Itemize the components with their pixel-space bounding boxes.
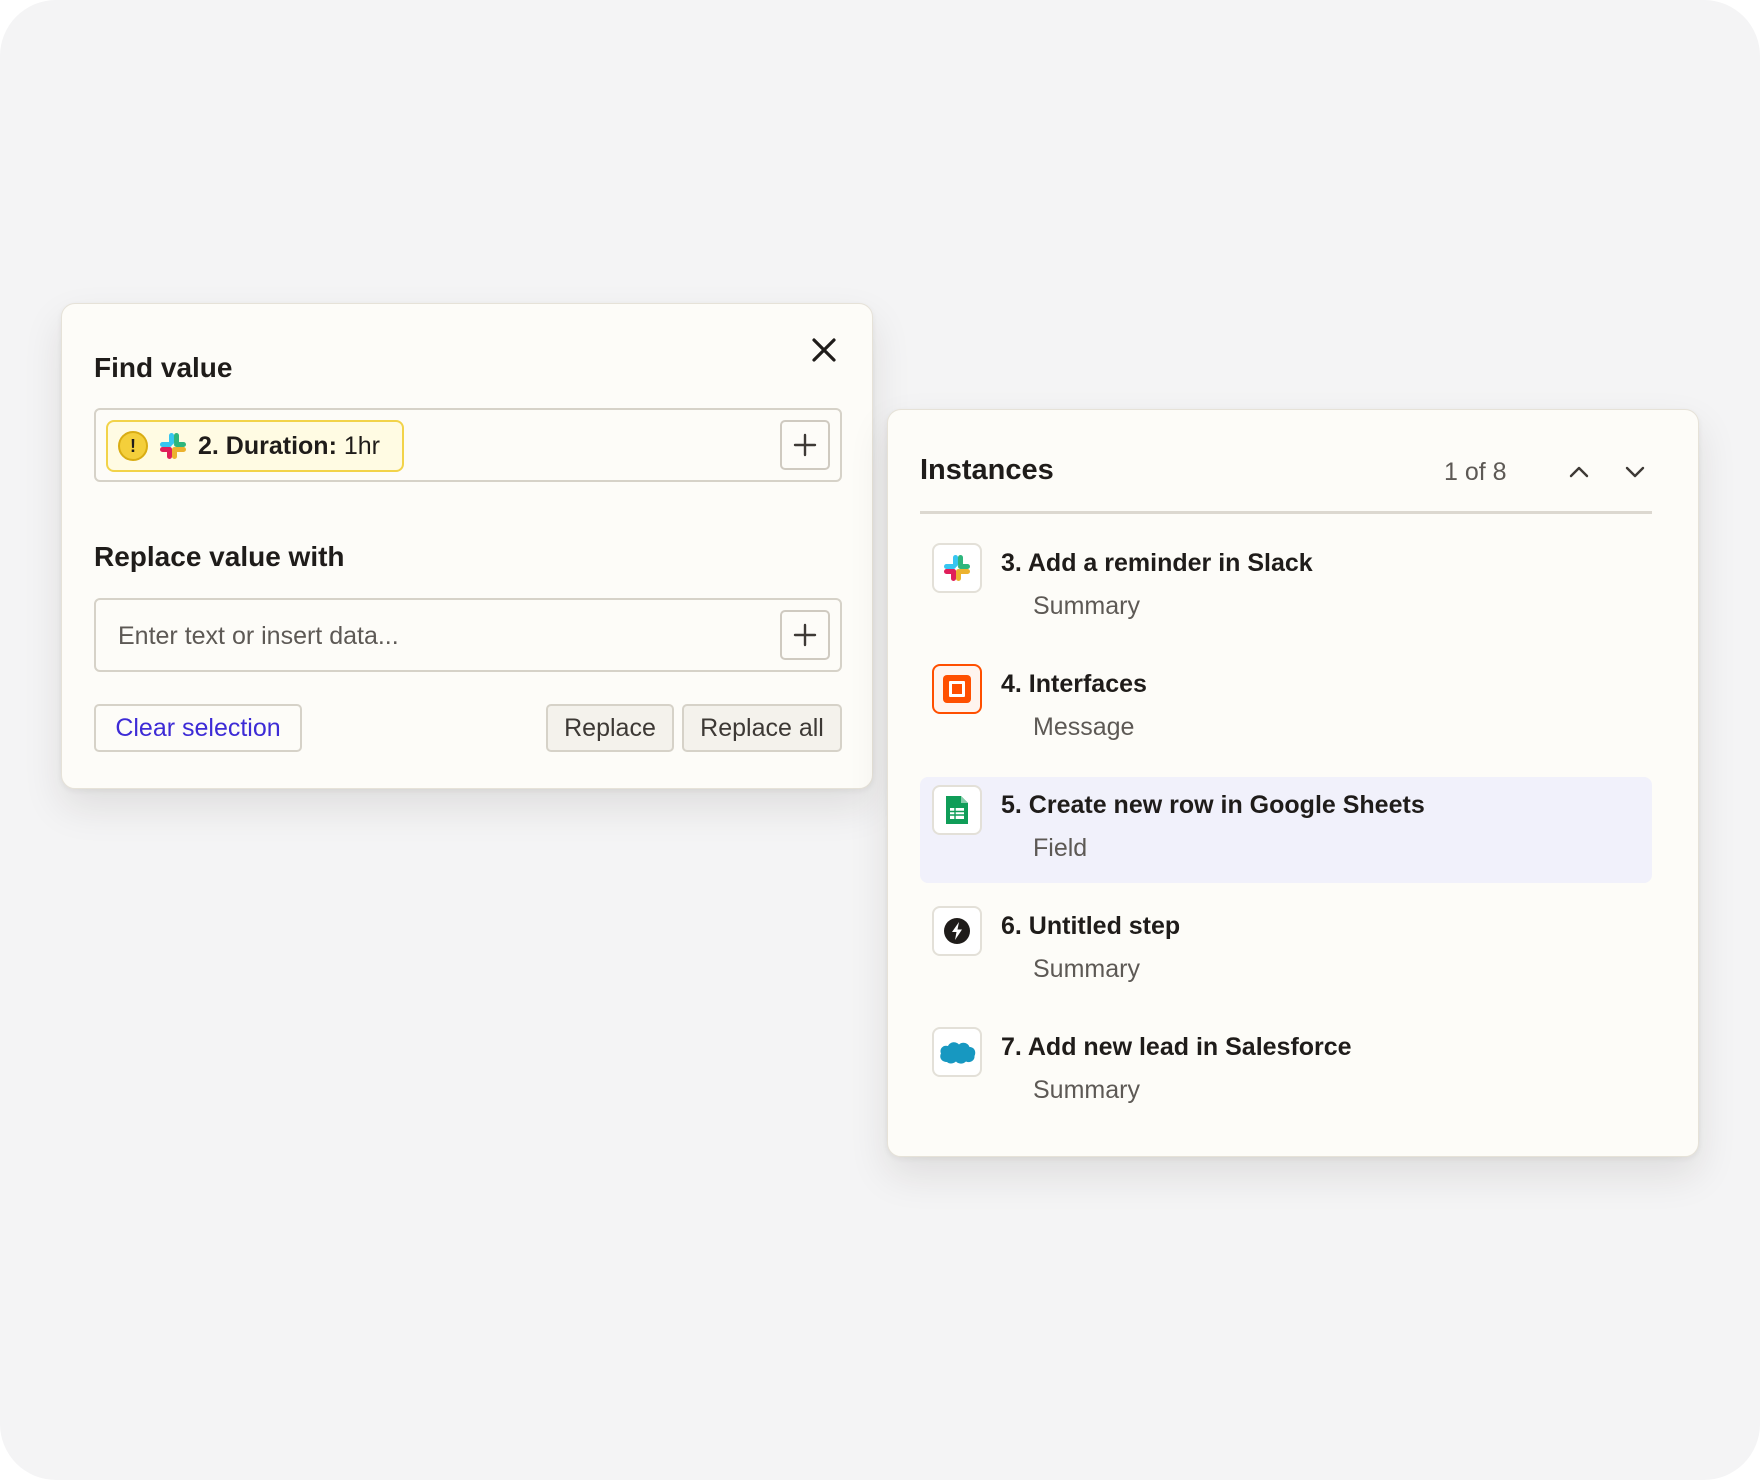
instance-item[interactable]: 6. Untitled step Summary xyxy=(920,898,1652,1004)
find-value-title: Find value xyxy=(94,352,233,383)
instance-item-title: 5. Create new row in Google Sheets xyxy=(1001,791,1425,819)
instance-item-subtitle: Summary xyxy=(1033,955,1140,983)
chevron-down-icon xyxy=(1625,466,1645,478)
find-replace-panel: Find value ! 2. Duration: 1hr Replace va… xyxy=(61,303,873,789)
salesforce-icon xyxy=(932,1027,982,1077)
instance-item-title: 4. Interfaces xyxy=(1001,670,1147,698)
instances-divider xyxy=(920,511,1652,514)
chevron-up-icon xyxy=(1569,466,1589,478)
interfaces-icon xyxy=(932,664,982,714)
insert-data-button[interactable] xyxy=(780,420,830,470)
find-value-field[interactable]: ! 2. Duration: 1hr xyxy=(94,408,842,482)
close-button[interactable] xyxy=(808,334,840,366)
replace-all-button[interactable]: Replace all xyxy=(682,704,842,752)
google-sheets-icon xyxy=(932,785,982,835)
instance-item-subtitle: Field xyxy=(1033,834,1088,862)
lightning-icon xyxy=(932,906,982,956)
slack-icon xyxy=(160,433,186,459)
replace-button[interactable]: Replace xyxy=(546,704,674,752)
instance-item-title: 6. Untitled step xyxy=(1001,912,1181,940)
instance-item-title: 7. Add new lead in Salesforce xyxy=(1001,1033,1352,1061)
close-icon xyxy=(812,338,836,362)
instance-item[interactable]: 7. Add new lead in Salesforce Summary xyxy=(920,1019,1652,1125)
clear-selection-button[interactable]: Clear selection xyxy=(94,704,302,752)
pill-step-label: 2. Duration: xyxy=(198,431,337,460)
canvas-background: Find value ! 2. Duration: 1hr Replace va… xyxy=(0,0,1760,1480)
find-value-pill[interactable]: ! 2. Duration: 1hr xyxy=(106,420,404,472)
find-value-pill-label: 2. Duration: 1hr xyxy=(198,432,380,461)
insert-data-button-replace[interactable] xyxy=(780,610,830,660)
instance-item-active[interactable]: 5. Create new row in Google Sheets Field xyxy=(920,777,1652,883)
replace-value-input[interactable] xyxy=(118,614,758,658)
slack-icon xyxy=(932,543,982,593)
warning-icon: ! xyxy=(118,431,148,461)
instances-title: Instances xyxy=(920,454,1054,486)
instances-count: 1 of 8 xyxy=(1444,458,1507,486)
pill-step-value: 1hr xyxy=(343,431,380,460)
previous-instance-button[interactable] xyxy=(1559,452,1599,492)
instance-item[interactable]: 4. Interfaces Message xyxy=(920,656,1652,762)
instance-item-subtitle: Message xyxy=(1033,713,1135,741)
instance-item-subtitle: Summary xyxy=(1033,592,1140,620)
instance-item-subtitle: Summary xyxy=(1033,1076,1140,1104)
instances-list: 3. Add a reminder in Slack Summary 4. In… xyxy=(920,535,1652,1140)
replace-value-field[interactable] xyxy=(94,598,842,672)
instance-item[interactable]: 3. Add a reminder in Slack Summary xyxy=(920,535,1652,641)
replace-value-title: Replace value with xyxy=(94,541,345,572)
next-instance-button[interactable] xyxy=(1615,452,1655,492)
instance-item-title: 3. Add a reminder in Slack xyxy=(1001,549,1313,577)
instances-panel: Instances 1 of 8 3. Add a reminder in Sl… xyxy=(887,409,1699,1157)
plus-icon xyxy=(793,433,817,457)
plus-icon xyxy=(793,623,817,647)
